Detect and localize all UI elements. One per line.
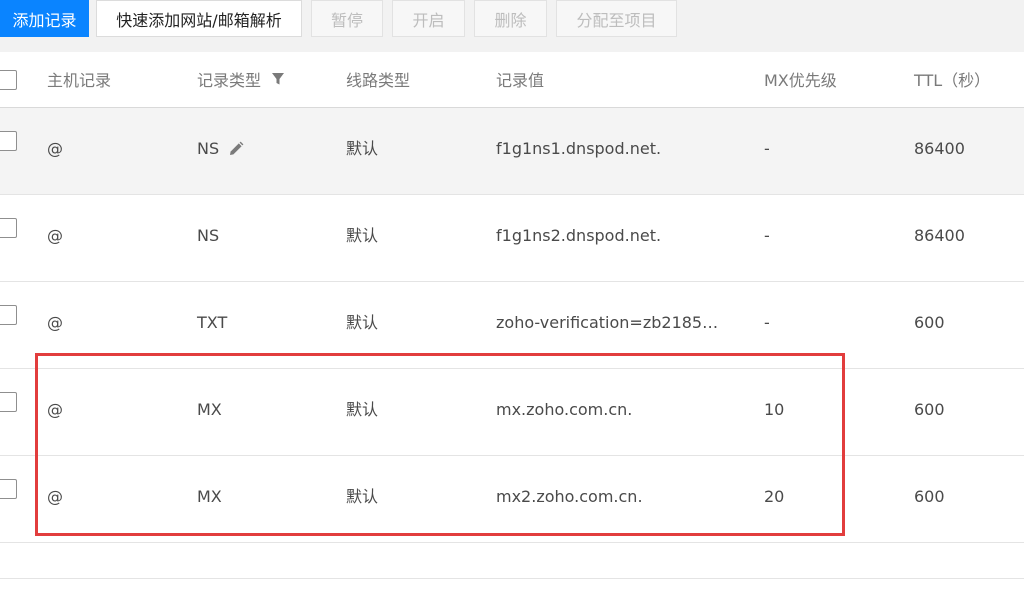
- column-host: 主机记录: [47, 71, 112, 90]
- row-checkbox[interactable]: [0, 218, 17, 238]
- table-row[interactable]: @ NS 默认 f1g1ns2.dnspod.net. - 86400: [0, 195, 1024, 282]
- column-mx-priority: MX优先级: [764, 71, 837, 90]
- filter-icon[interactable]: [271, 72, 285, 86]
- table-row[interactable]: @ TXT 默认 zoho-verification=zb2185… - 600: [0, 282, 1024, 369]
- add-record-button[interactable]: 添加记录: [0, 0, 89, 37]
- assign-project-button[interactable]: 分配至项目: [556, 0, 677, 37]
- quick-add-button[interactable]: 快速添加网站/邮箱解析: [96, 0, 302, 37]
- cell-line-type: 默认: [346, 487, 379, 506]
- cell-record-type: NS: [197, 226, 220, 245]
- cell-ttl: 600: [914, 400, 945, 419]
- cell-mx-priority: 20: [764, 487, 785, 506]
- cell-record-value: mx2.zoho.com.cn.: [496, 487, 643, 506]
- cell-host: @: [47, 226, 63, 245]
- empty-row: [0, 543, 1024, 579]
- select-all-checkbox[interactable]: [0, 70, 17, 90]
- cell-record-type: NS: [197, 139, 220, 158]
- cell-host: @: [47, 313, 63, 332]
- cell-line-type: 默认: [346, 226, 379, 245]
- cell-line-type: 默认: [346, 400, 379, 419]
- cell-record-type: MX: [197, 487, 222, 506]
- table-row[interactable]: @ MX 默认 mx2.zoho.com.cn. 20 600: [0, 456, 1024, 543]
- row-checkbox[interactable]: [0, 131, 17, 151]
- cell-ttl: 86400: [914, 226, 965, 245]
- column-ttl: TTL（秒）: [914, 71, 991, 90]
- cell-record-value: mx.zoho.com.cn.: [496, 400, 633, 419]
- cell-line-type: 默认: [346, 139, 379, 158]
- cell-ttl: 600: [914, 487, 945, 506]
- cell-ttl: 600: [914, 313, 945, 332]
- enable-button[interactable]: 开启: [392, 0, 465, 37]
- cell-line-type: 默认: [346, 313, 379, 332]
- cell-record-value: f1g1ns1.dnspod.net.: [496, 139, 662, 158]
- table-row[interactable]: @ NS 默认 f1g1ns1.dnspod.net. - 86400: [0, 108, 1024, 195]
- cell-record-value: f1g1ns2.dnspod.net.: [496, 226, 662, 245]
- pause-button[interactable]: 暂停: [311, 0, 383, 37]
- row-checkbox[interactable]: [0, 392, 17, 412]
- toolbar: 添加记录 快速添加网站/邮箱解析 暂停 开启 删除 分配至项目: [0, 0, 1024, 52]
- cell-mx-priority: -: [764, 313, 770, 332]
- row-checkbox[interactable]: [0, 479, 17, 499]
- table-header: 主机记录 记录类型 线路类型 记录值 MX优先级 TTL（秒）: [0, 52, 1024, 108]
- column-record-value: 记录值: [496, 71, 545, 90]
- cell-host: @: [47, 400, 63, 419]
- cell-host: @: [47, 139, 63, 158]
- cell-mx-priority: -: [764, 139, 770, 158]
- cell-host: @: [47, 487, 63, 506]
- column-line-type: 线路类型: [346, 71, 411, 90]
- cell-mx-priority: -: [764, 226, 770, 245]
- cell-ttl: 86400: [914, 139, 965, 158]
- table-row[interactable]: @ MX 默认 mx.zoho.com.cn. 10 600: [0, 369, 1024, 456]
- cell-record-value: zoho-verification=zb2185…: [496, 313, 719, 332]
- cell-mx-priority: 10: [764, 400, 785, 419]
- delete-button[interactable]: 删除: [474, 0, 547, 37]
- cell-record-type: MX: [197, 400, 222, 419]
- cell-record-type: TXT: [197, 313, 228, 332]
- column-record-type: 记录类型: [197, 71, 262, 90]
- pencil-icon[interactable]: [228, 141, 244, 157]
- row-checkbox[interactable]: [0, 305, 17, 325]
